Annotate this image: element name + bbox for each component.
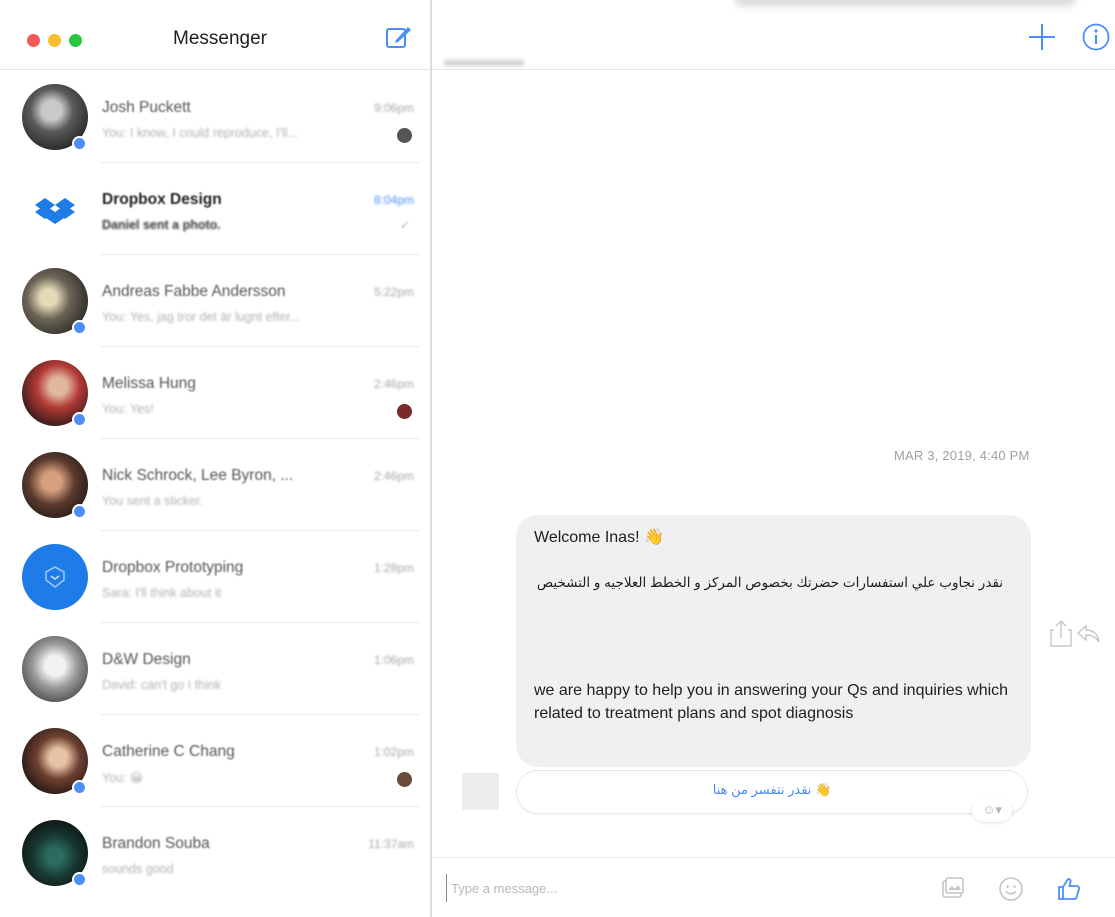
conversation-snippet: You: 😀 [102,771,144,785]
window-controls [27,34,82,47]
sidebar: Messenger Josh Puckett 9:06pm You: I kno… [0,0,430,917]
conversation-item[interactable]: Nick Schrock, Lee Byron, ... 2:46pm You … [0,438,430,530]
conversation-name: D&W Design [102,651,191,668]
conversation-time: 11:37am [368,837,414,851]
conversation-name: Andreas Fabbe Andersson [102,283,286,300]
message-timestamp: MAR 3, 2019, 4:40 PM [894,448,1030,463]
conversation-time: 5:22pm [373,285,414,299]
arabic-paragraph: نقدر نجاوب علي استفسارات حضرتك بخصوص الم… [536,575,1003,590]
dropbox-prototyping-icon [45,566,65,588]
conversation-name: Dropbox Design [102,191,222,208]
messenger-app: Messenger Josh Puckett 9:06pm You: I kno… [0,0,1115,917]
conversation-snippet: You: Yes, jag tror det är lugnt efter... [102,310,301,324]
conversation-name: Catherine C Chang [102,743,235,760]
sent-check-icon: ✓ [399,218,410,232]
add-people-icon[interactable] [1025,20,1059,54]
conversation-snippet: You: I know, I could reproduce, I'll... [102,126,298,140]
conversation-item[interactable]: Melissa Hung 2:46pm You: Yes! [0,346,430,438]
photo-gallery-icon[interactable] [940,876,966,902]
conversation-name: Dropbox Prototyping [102,559,244,576]
conversation-item[interactable]: Brandon Souba 11:37am sounds good [0,806,430,898]
quick-reply-button[interactable]: 👋 نقدر نتفسر من هنا [516,770,1028,814]
message-composer [432,857,1115,917]
thread-header [432,0,1115,70]
messenger-badge-icon [72,872,87,887]
close-window-button[interactable] [27,34,40,47]
page-avatar [462,773,499,810]
welcome-line: Welcome Inas! 👋 [534,529,664,546]
conversation-time: 2:46pm [373,469,414,483]
conversation-snippet: David: can't go I think [102,678,222,692]
share-icon[interactable] [1050,618,1072,648]
message-actions [1050,618,1100,648]
reply-icon[interactable] [1076,618,1100,648]
conversation-name: Brandon Souba [102,835,210,852]
avatar [22,636,88,702]
read-receipt-avatar [397,128,412,143]
conversation-snippet: Daniel sent a photo. [102,218,221,232]
conversation-time: 1:28pm [373,561,414,575]
previous-message-blurred [444,60,524,66]
conversation-snippet: sounds good [102,862,174,876]
sidebar-header: Messenger [0,0,430,70]
conversation-time: 1:02pm [373,745,414,759]
conversation-pane: MAR 3, 2019, 4:40 PM Welcome Inas! 👋 نقد… [432,0,1115,917]
zoom-window-button[interactable] [69,34,82,47]
messenger-badge-icon [72,320,87,335]
messenger-badge-icon [72,136,87,151]
english-paragraph: we are happy to help you in answering yo… [534,682,1009,722]
conversation-list: Josh Puckett 9:06pm You: I know, I could… [0,70,430,898]
conversation-name: Josh Puckett [102,99,191,116]
conversation-item[interactable]: Dropbox Prototyping 1:28pm Sara: I'll th… [0,530,430,622]
conversation-time: 9:06pm [373,101,414,115]
messenger-badge-icon [72,780,87,795]
conversation-item[interactable]: D&W Design 1:06pm David: can't go I thin… [0,622,430,714]
conversation-name: Melissa Hung [102,375,196,392]
app-title: Messenger [173,28,267,49]
conversation-name: Nick Schrock, Lee Byron, ... [102,467,294,484]
info-icon[interactable] [1081,22,1111,52]
react-emoji-button[interactable]: ☺▾ [972,798,1012,822]
dropbox-logo-icon [35,198,75,224]
conversation-item[interactable]: Josh Puckett 9:06pm You: I know, I could… [0,70,430,162]
thumbs-up-icon[interactable] [1056,876,1082,902]
conversation-snippet: You: Yes! [102,402,154,416]
minimize-window-button[interactable] [48,34,61,47]
conversation-time: 8:04pm [373,193,414,207]
emoji-icon[interactable] [998,876,1024,902]
messenger-badge-icon [72,412,87,427]
message-input[interactable] [446,874,906,902]
conversation-item[interactable]: Catherine C Chang 1:02pm You: 😀 [0,714,430,806]
message-bubble[interactable]: Welcome Inas! 👋 نقدر نجاوب علي استفسارات… [516,515,1031,767]
read-receipt-avatar [397,404,412,419]
conversation-item[interactable]: Dropbox Design 8:04pm Daniel sent a phot… [0,162,430,254]
messenger-badge-icon [72,504,87,519]
conversation-item[interactable]: Andreas Fabbe Andersson 5:22pm You: Yes,… [0,254,430,346]
compose-icon[interactable] [384,22,414,52]
conversation-snippet: Sara: I'll think about it [102,586,222,600]
conversation-time: 2:46pm [373,377,414,391]
conversation-time: 1:06pm [373,653,414,667]
read-receipt-avatar [397,772,412,787]
conversation-snippet: You sent a sticker. [102,494,203,508]
thread-title-blurred [735,0,1075,6]
